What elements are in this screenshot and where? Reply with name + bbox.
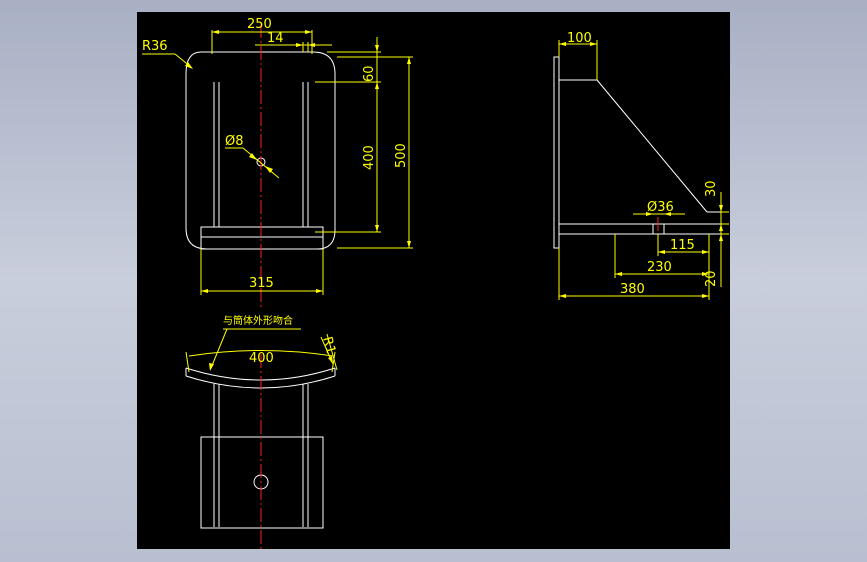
dim-400: 400 xyxy=(362,145,377,170)
dim-60: 60 xyxy=(362,65,377,82)
dim-hole-8: Ø8 xyxy=(225,134,244,149)
front-base-lower xyxy=(200,236,324,250)
cad-drawing: 250 14 R36 60 400 500 Ø8 315 100 Ø36 30 … xyxy=(142,17,729,549)
dim-30: 30 xyxy=(704,180,719,197)
dim-315: 315 xyxy=(249,276,274,291)
plan-view: 与筒体外形吻合 400 R1 xyxy=(185,314,338,549)
plan-dim-400: 400 xyxy=(249,351,274,366)
dim-20: 20 xyxy=(704,270,719,287)
dim-250: 250 xyxy=(247,17,272,32)
dim-hole-36: Ø36 xyxy=(647,200,674,215)
side-wall-plate xyxy=(553,56,560,249)
side-view: 100 Ø36 30 20 115 230 380 xyxy=(553,31,729,300)
dim-14: 14 xyxy=(267,31,284,46)
dim-r36: R36 xyxy=(142,39,168,54)
dim-500: 500 xyxy=(394,143,409,168)
dim-230: 230 xyxy=(647,260,672,275)
front-view: 250 14 R36 60 400 500 Ø8 315 xyxy=(142,17,413,308)
dim-100: 100 xyxy=(567,31,592,46)
front-base-plate xyxy=(200,226,324,238)
dim-115: 115 xyxy=(670,238,695,253)
dim-380: 380 xyxy=(620,282,645,297)
side-gusset-edge xyxy=(596,79,708,213)
plan-note: 与筒体外形吻合 xyxy=(223,314,293,327)
drawing-canvas[interactable]: 250 14 R36 60 400 500 Ø8 315 100 Ø36 30 … xyxy=(137,12,730,549)
